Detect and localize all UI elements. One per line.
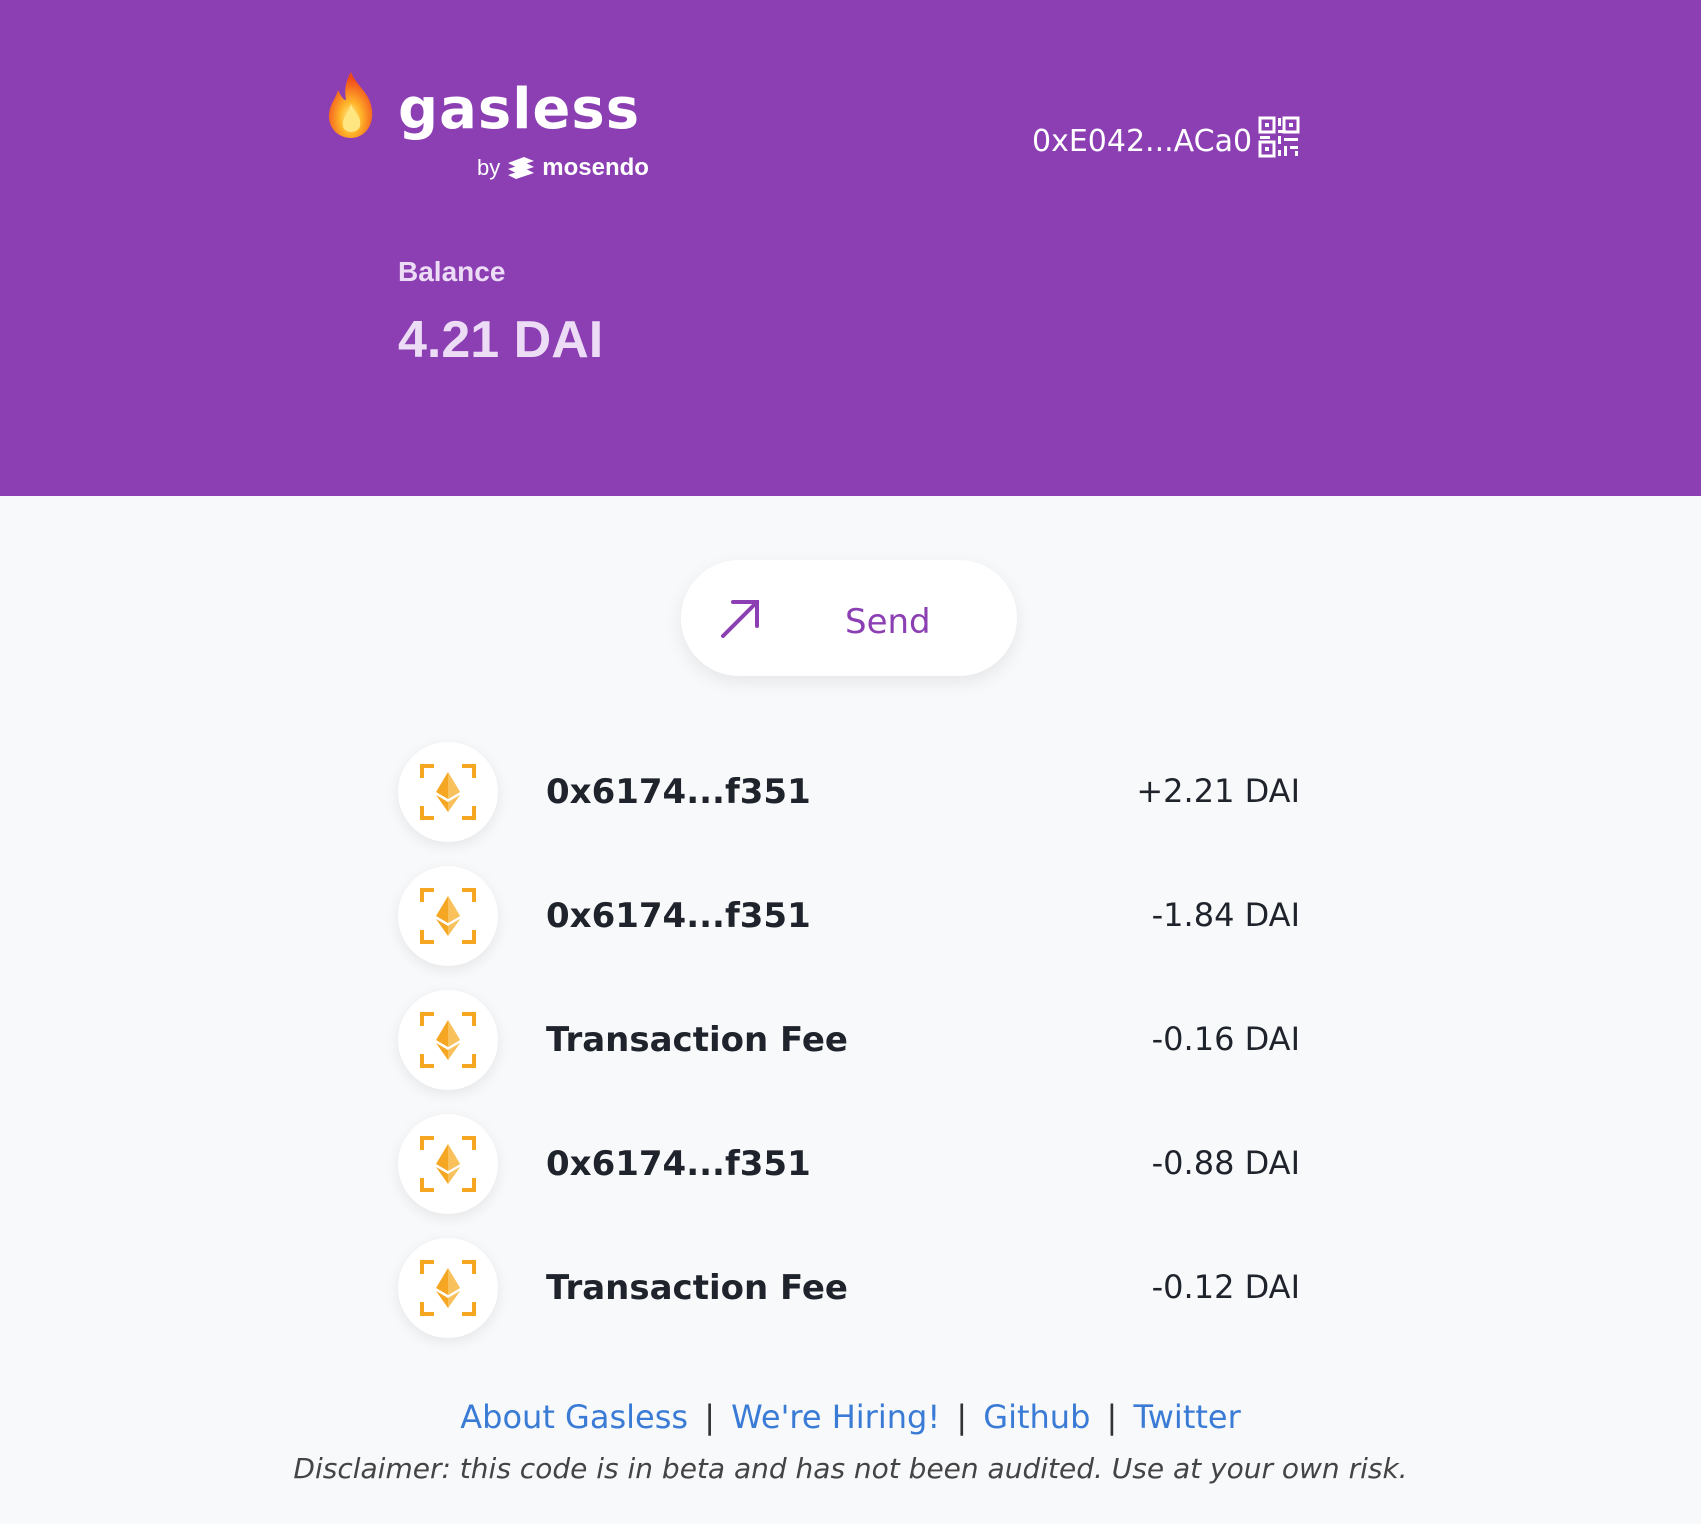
transaction-amount: -0.88 DAI — [1151, 1144, 1300, 1182]
ethereum-icon — [420, 888, 476, 944]
footer-separator: | — [1106, 1398, 1118, 1436]
brand-name: gasless — [398, 77, 641, 142]
qr-code-icon[interactable] — [1258, 116, 1300, 158]
transaction-name: 0x6174...f351 — [546, 1144, 811, 1184]
twitter-link[interactable]: Twitter — [1134, 1398, 1241, 1436]
by-label: by — [477, 155, 501, 180]
transaction-avatar — [398, 742, 498, 842]
transaction-name: Transaction Fee — [546, 1020, 848, 1060]
send-button-label: Send — [845, 602, 931, 642]
transaction-name: Transaction Fee — [546, 1268, 848, 1308]
ethereum-icon — [420, 1136, 476, 1192]
balance-value: 4.21 DAI — [398, 311, 604, 369]
disclaimer: Disclaimer: this code is in beta and has… — [293, 1452, 1408, 1485]
ethereum-icon — [420, 764, 476, 820]
hiring-link[interactable]: We're Hiring! — [731, 1398, 940, 1436]
partner-name: mosendo — [542, 154, 649, 181]
transaction-amount: -0.16 DAI — [1151, 1020, 1300, 1058]
transaction-name: 0x6174...f351 — [546, 896, 811, 936]
footer-links: About Gasless | We're Hiring! | Github |… — [0, 1398, 1701, 1436]
mosendo-logo-icon — [508, 157, 535, 179]
footer-separator: | — [704, 1398, 715, 1436]
header: gasless by mosendo 0xE042...ACa0 Balance… — [0, 0, 1701, 496]
about-gasless-link[interactable]: About Gasless — [460, 1398, 688, 1436]
transaction-avatar — [398, 1114, 498, 1214]
transaction-amount: -1.84 DAI — [1151, 896, 1300, 934]
ethereum-icon — [420, 1012, 476, 1068]
send-button[interactable]: Send — [681, 560, 1017, 676]
ethereum-icon — [420, 1260, 476, 1316]
transaction-name: 0x6174...f351 — [546, 772, 811, 812]
transaction-row[interactable]: 0x6174...f351 -1.84 DAI — [398, 866, 1300, 990]
github-link[interactable]: Github — [983, 1398, 1090, 1436]
transaction-avatar — [398, 1238, 498, 1338]
transaction-avatar — [398, 990, 498, 1090]
transaction-list: 0x6174...f351 +2.21 DAI 0x6174...f351 -1… — [398, 742, 1300, 1362]
transaction-row[interactable]: Transaction Fee -0.12 DAI — [398, 1238, 1300, 1362]
transaction-amount: -0.12 DAI — [1151, 1268, 1300, 1306]
transaction-avatar — [398, 866, 498, 966]
footer-separator: | — [956, 1398, 968, 1436]
balance-label: Balance — [398, 256, 506, 287]
transaction-amount: +2.21 DAI — [1136, 772, 1300, 810]
brand-byline: by mosendo — [477, 154, 649, 182]
transaction-row[interactable]: 0x6174...f351 +2.21 DAI — [398, 742, 1300, 866]
transaction-row[interactable]: Transaction Fee -0.16 DAI — [398, 990, 1300, 1114]
arrow-up-right-icon — [721, 600, 759, 638]
wallet-address[interactable]: 0xE042...ACa0 — [1032, 124, 1252, 159]
transaction-row[interactable]: 0x6174...f351 -0.88 DAI — [398, 1114, 1300, 1238]
flame-icon — [328, 72, 373, 138]
